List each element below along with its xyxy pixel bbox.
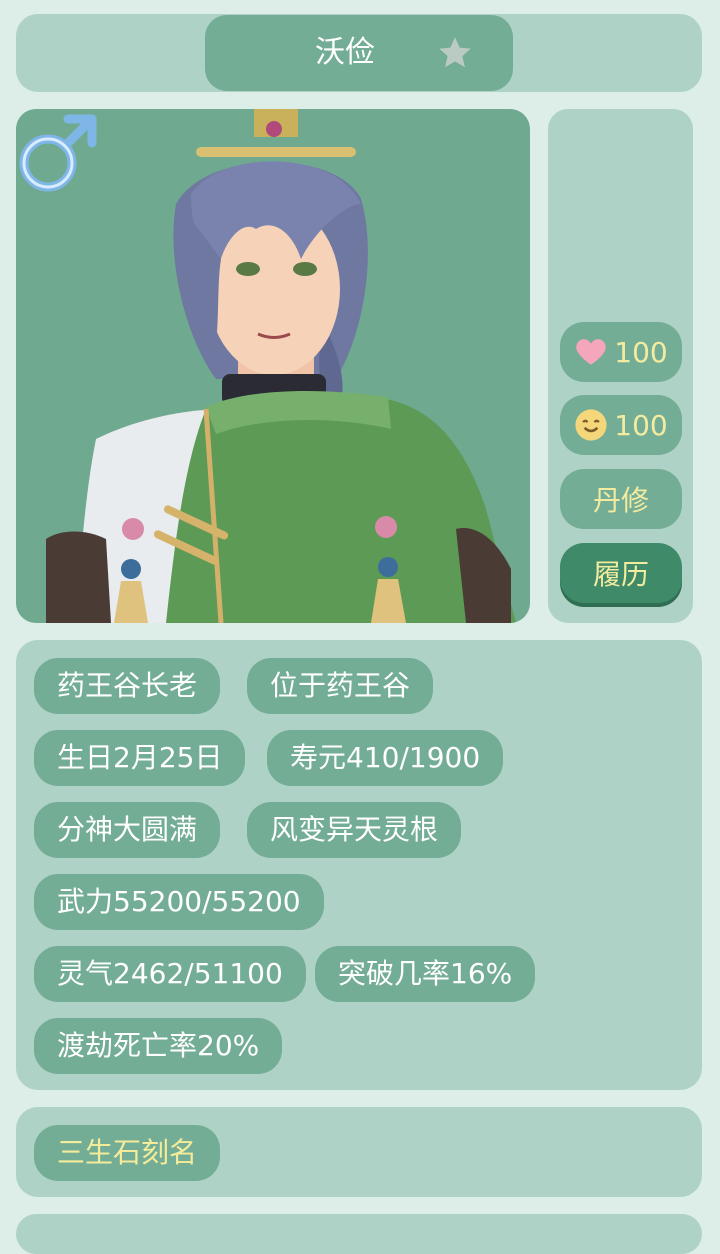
info-tag-tribulation-death-rate: 渡劫死亡率20% bbox=[34, 1018, 283, 1074]
character-name-pill: 沃俭 bbox=[205, 15, 513, 91]
affection-value: 100 bbox=[614, 335, 668, 369]
name-stone-tag[interactable]: 三生石刻名 bbox=[34, 1125, 221, 1181]
affection-stat[interactable]: 100 bbox=[560, 322, 682, 382]
mood-value: 100 bbox=[614, 408, 668, 442]
info-panel: 药王谷长老 位于药王谷 生日2月25日 寿元410/1900 分神大圆满 风变异… bbox=[16, 640, 702, 1090]
character-portrait bbox=[16, 109, 530, 623]
character-name: 沃俭 bbox=[315, 35, 375, 70]
info-tag-breakthrough-rate: 突破几率16% bbox=[315, 946, 536, 1002]
heart-icon bbox=[576, 339, 606, 365]
info-tag-birthday: 生日2月25日 bbox=[34, 730, 246, 786]
info-tag-spirit-root: 风变异天灵根 bbox=[247, 802, 462, 858]
profession-button[interactable]: 丹修 bbox=[560, 469, 682, 529]
star-icon[interactable] bbox=[437, 35, 473, 71]
male-symbol-icon bbox=[19, 114, 97, 192]
history-label: 履历 bbox=[592, 558, 649, 591]
info-tag-realm: 分神大圆满 bbox=[34, 802, 221, 858]
info-tag-spirit-energy: 灵气2462/51100 bbox=[34, 946, 306, 1002]
mood-stat[interactable]: 100 bbox=[560, 395, 682, 455]
info-tag-force: 武力55200/55200 bbox=[34, 874, 324, 930]
side-stats-panel: 100 100 丹修 履历 bbox=[548, 109, 693, 623]
name-stone-panel: 三生石刻名 bbox=[16, 1107, 702, 1197]
bottom-panel bbox=[16, 1214, 702, 1254]
info-tag-title: 药王谷长老 bbox=[34, 658, 221, 714]
info-tag-lifespan: 寿元410/1900 bbox=[267, 730, 504, 786]
history-button[interactable]: 履历 bbox=[560, 543, 682, 603]
info-tag-location: 位于药王谷 bbox=[247, 658, 434, 714]
smile-face-icon bbox=[575, 409, 607, 441]
top-bar: 沃俭 bbox=[16, 14, 702, 92]
profession-label: 丹修 bbox=[592, 484, 649, 517]
